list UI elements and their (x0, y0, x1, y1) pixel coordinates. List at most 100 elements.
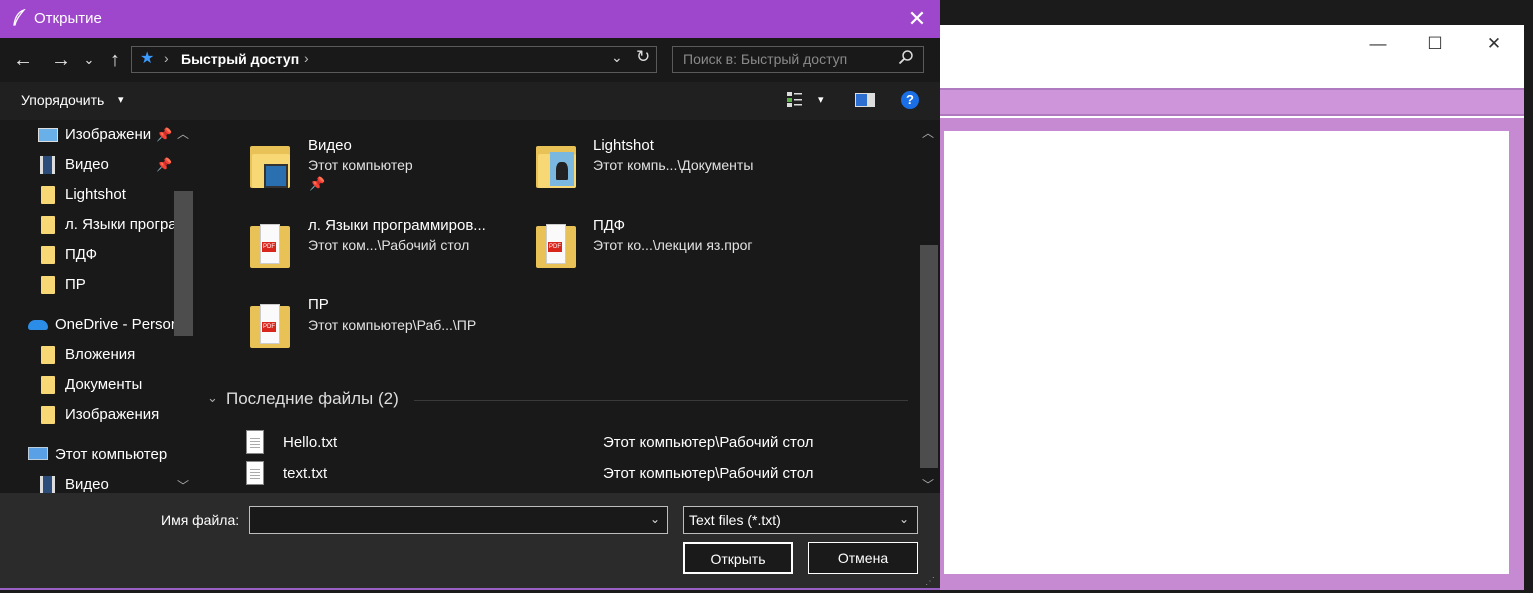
tile-path: Этот ко...\лекции яз.прог (593, 237, 753, 253)
folder-icon (41, 246, 55, 264)
pin-icon: 📌 (309, 176, 326, 191)
section-divider (414, 400, 908, 401)
folder-icon (41, 406, 55, 424)
onedrive-icon (28, 320, 48, 330)
filename-input[interactable] (249, 506, 668, 534)
view-dropdown-icon[interactable]: ▾ (818, 93, 824, 106)
back-arrow-icon[interactable]: ← (12, 48, 34, 72)
pdf-folder-icon[interactable]: PDF (250, 222, 290, 268)
tile-path: Этот компьютер (308, 157, 413, 173)
tile-path: Этот компь...\Документы (593, 157, 754, 173)
pdf-folder-icon[interactable]: PDF (536, 222, 576, 268)
search-icon[interactable] (898, 49, 914, 70)
sidebar-item[interactable]: Изображения (0, 400, 178, 430)
lightshot-folder-icon[interactable] (536, 142, 576, 188)
background-text-area[interactable] (944, 131, 1509, 574)
cancel-button[interactable]: Отмена (808, 542, 918, 574)
sidebar-item-label: Этот компьютер (55, 446, 168, 463)
folder-icon (41, 216, 55, 234)
sidebar-item-label: Документы (65, 376, 143, 393)
folder-icon (41, 346, 55, 364)
sidebar-item[interactable]: Вложения (0, 340, 178, 370)
sidebar-item-label: л. Языки програ (65, 216, 177, 233)
dialog-close-button[interactable]: ✕ (900, 4, 934, 34)
sidebar-item-label: Изображения (65, 406, 160, 423)
resize-grip-icon[interactable]: ⋰ (925, 576, 935, 587)
sidebar-item-label: Видео (65, 156, 109, 173)
folder-icon (41, 186, 55, 204)
forward-arrow-icon[interactable]: → (50, 48, 72, 72)
open-button[interactable]: Открыть (683, 542, 793, 574)
nav-scroll-down-icon[interactable]: ﹀ (177, 477, 189, 494)
sidebar-item[interactable]: Изображени 📌 (0, 120, 178, 150)
content-scroll-up-icon[interactable]: ︿ (922, 124, 934, 141)
sidebar-item-label: Вложения (65, 346, 136, 363)
text-file-icon[interactable] (246, 430, 264, 454)
recent-file-path: Этот компьютер\Рабочий стол (603, 465, 814, 482)
pictures-icon (38, 128, 58, 142)
sidebar-item[interactable]: OneDrive - Persor (0, 310, 178, 340)
nav-scrollbar-thumb[interactable] (174, 191, 193, 336)
organize-button[interactable]: Упорядочить (21, 92, 104, 108)
background-menu-bar (938, 88, 1524, 116)
search-placeholder[interactable]: Поиск в: Быстрый доступ (683, 51, 847, 67)
tile-name[interactable]: Lightshot (593, 137, 654, 154)
recent-files-header[interactable]: Последние файлы (2) (226, 389, 399, 409)
preview-pane-icon[interactable] (855, 93, 875, 107)
computer-icon (28, 447, 48, 460)
video-folder-icon[interactable] (250, 142, 290, 188)
pin-icon: 📌 (156, 127, 173, 142)
folder-icon (41, 276, 55, 294)
content-scrollbar-thumb[interactable] (920, 245, 938, 468)
help-icon[interactable]: ? (901, 91, 919, 109)
video-icon (40, 476, 55, 494)
pdf-folder-icon[interactable]: PDF (250, 302, 290, 348)
sidebar-item[interactable]: Видео 📌 (0, 150, 178, 180)
text-file-icon[interactable] (246, 461, 264, 485)
recent-file-name[interactable]: Hello.txt (283, 434, 337, 451)
filename-dropdown-chevron-icon[interactable]: ⌄ (650, 512, 660, 526)
dialog-title: Открытие (34, 10, 102, 27)
maximize-button[interactable]: ☐ (1421, 32, 1449, 56)
sidebar-item[interactable]: Этот компьютер (0, 440, 178, 470)
filename-label: Имя файла: (161, 512, 240, 528)
feather-icon (12, 8, 26, 27)
content-scroll-down-icon[interactable]: ﹀ (922, 476, 934, 493)
change-view-icon[interactable] (786, 90, 804, 108)
up-arrow-icon[interactable]: ↑ (105, 48, 125, 72)
filter-dropdown-chevron-icon[interactable]: ⌄ (899, 512, 909, 526)
address-dropdown-chevron-icon[interactable]: ⌄ (611, 49, 623, 66)
window-close-button[interactable]: ✕ (1480, 32, 1508, 56)
sidebar-item[interactable]: Lightshot (0, 180, 178, 210)
recent-file-name[interactable]: text.txt (283, 465, 327, 482)
sidebar-item[interactable]: ПДФ (0, 240, 178, 270)
dialog-title-bar (0, 0, 940, 38)
tile-name[interactable]: Видео (308, 137, 352, 154)
sidebar-item[interactable]: ПР (0, 270, 178, 300)
tile-path: Этот компьютер\Раб...\ПР (308, 317, 477, 333)
tile-name[interactable]: л. Языки программиров... (308, 217, 486, 234)
sidebar-item-label: OneDrive - Persor (55, 316, 176, 333)
recent-locations-chevron-icon[interactable]: ⌄ (82, 48, 96, 72)
minimize-button[interactable]: — (1364, 32, 1392, 56)
folder-icon (41, 376, 55, 394)
file-type-value[interactable]: Text files (*.txt) (689, 512, 781, 528)
breadcrumb-quick-access[interactable]: Быстрый доступ (181, 51, 299, 67)
sidebar-item-label: ПДФ (65, 246, 98, 263)
video-icon (40, 156, 55, 174)
breadcrumb-separator[interactable]: › (304, 50, 309, 66)
tile-name[interactable]: ПР (308, 296, 329, 313)
collapse-chevron-icon[interactable]: ⌄ (207, 390, 218, 406)
tile-path: Этот ком...\Рабочий стол (308, 237, 470, 253)
quick-access-star-icon: ★ (140, 50, 155, 67)
background-taskbar-strip (938, 0, 1533, 25)
sidebar-item-label: Изображени (65, 126, 152, 143)
tile-name[interactable]: ПДФ (593, 217, 625, 234)
sidebar-item-label: Lightshot (65, 186, 126, 203)
refresh-icon[interactable]: ↻ (636, 47, 650, 67)
pin-icon: 📌 (156, 157, 173, 172)
nav-scroll-up-icon[interactable]: ︿ (177, 125, 189, 142)
sidebar-item[interactable]: Документы (0, 370, 178, 400)
organize-dropdown-icon[interactable]: ▾ (118, 93, 124, 106)
sidebar-item[interactable]: л. Языки програ (0, 210, 178, 240)
